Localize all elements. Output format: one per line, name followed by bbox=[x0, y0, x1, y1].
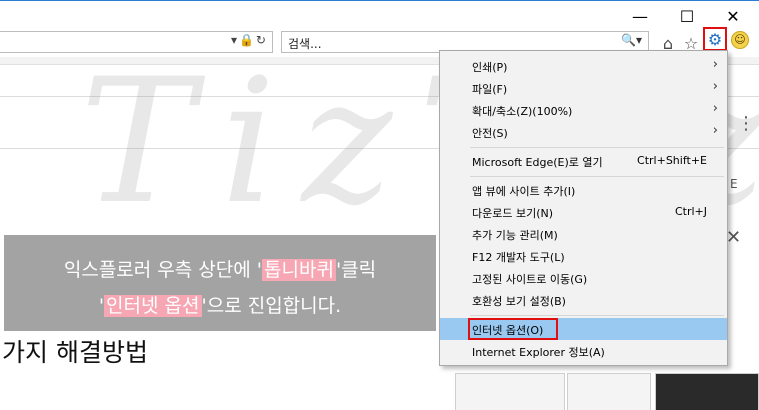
menu-item-label: 앱 뷰에 사이트 추가(I) bbox=[472, 185, 576, 198]
menu-item-label: 파일(F) bbox=[472, 83, 508, 96]
menu-item-label: Internet Explorer 정보(A) bbox=[472, 346, 605, 359]
menu-item-zoom[interactable]: 확대/축소(Z)(100%) › bbox=[440, 99, 727, 121]
menu-item-open-in-edge[interactable]: Microsoft Edge(E)로 열기 Ctrl+Shift+E bbox=[440, 150, 727, 172]
chevron-right-icon: › bbox=[712, 79, 718, 94]
more-options-icon[interactable]: ⋮ bbox=[737, 113, 755, 134]
menu-item-shortcut: Ctrl+Shift+E bbox=[637, 154, 707, 167]
menu-item-view-downloads[interactable]: 다운로드 보기(N) Ctrl+J bbox=[440, 201, 727, 223]
menu-separator bbox=[470, 315, 724, 316]
menu-item-f12-dev-tools[interactable]: F12 개발자 도구(L) bbox=[440, 245, 727, 267]
menu-item-pinned-sites[interactable]: 고정된 사이트로 이동(G) bbox=[440, 267, 727, 289]
menu-item-compat-view[interactable]: 호환성 보기 설정(B) bbox=[440, 289, 727, 311]
chevron-right-icon: › bbox=[712, 123, 718, 138]
thumbnail-strip bbox=[455, 373, 759, 410]
caption-highlight: 인터넷 옵션 bbox=[104, 295, 202, 317]
tutorial-caption: 익스플로러 우측 상단에 ' 톱니바퀴 '클릭 ' 인터넷 옵션 '으로 진입합니다. bbox=[4, 235, 436, 331]
thumbnail[interactable] bbox=[567, 373, 651, 410]
menu-separator bbox=[470, 176, 724, 177]
close-icon[interactable]: ✕ bbox=[726, 227, 741, 248]
menu-item-label: 호환성 보기 설정(B) bbox=[472, 295, 566, 308]
menu-item-safety[interactable]: 안전(S) › bbox=[440, 121, 727, 143]
page-fragment-letter: E bbox=[730, 177, 738, 191]
menu-item-label: F12 개발자 도구(L) bbox=[472, 251, 565, 264]
menu-item-label: Microsoft Edge(E)로 열기 bbox=[472, 156, 603, 169]
menu-item-label: 고정된 사이트로 이동(G) bbox=[472, 273, 588, 286]
menu-item-label: 인터넷 옵션(O) bbox=[472, 324, 544, 337]
caption-text: '클릭 bbox=[335, 259, 377, 281]
minimize-button[interactable]: — bbox=[617, 1, 663, 31]
thumbnail[interactable] bbox=[655, 373, 759, 410]
menu-item-file[interactable]: 파일(F) › bbox=[440, 77, 727, 99]
caption-highlight: 톱니바퀴 bbox=[262, 259, 336, 281]
menu-separator bbox=[470, 147, 724, 148]
title-bar: — ☐ ✕ bbox=[0, 1, 759, 31]
menu-item-about-ie[interactable]: Internet Explorer 정보(A) bbox=[440, 340, 727, 362]
caption-text: 익스플로러 우측 상단에 ' bbox=[63, 259, 263, 281]
menu-item-shortcut: Ctrl+J bbox=[674, 205, 707, 218]
menu-item-print[interactable]: 인쇄(P) › bbox=[440, 55, 727, 77]
menu-item-label: 인쇄(P) bbox=[472, 61, 508, 74]
page-heading: 가지 해결방법 bbox=[2, 338, 148, 367]
thumbnail[interactable] bbox=[455, 373, 565, 410]
tools-menu: 인쇄(P) › 파일(F) › 확대/축소(Z)(100%) › 안전(S) › Mic… bbox=[439, 50, 728, 366]
menu-item-label: 다운로드 보기(N) bbox=[472, 207, 554, 220]
caption-line-1: 익스플로러 우측 상단에 ' 톱니바퀴 '클릭 bbox=[4, 255, 436, 282]
chevron-right-icon: › bbox=[712, 57, 718, 72]
menu-item-label: 추가 기능 관리(M) bbox=[472, 229, 558, 242]
menu-item-internet-options[interactable]: 인터넷 옵션(O) bbox=[440, 318, 727, 340]
caption-line-2: ' 인터넷 옵션 '으로 진입합니다. bbox=[4, 291, 436, 318]
caption-text: '으로 진입합니다. bbox=[201, 295, 342, 317]
menu-item-label: 안전(S) bbox=[472, 127, 508, 140]
browser-window: — ☐ ✕ ▾🔒↻ 검색... 🔍▾ ⌂ ☆ ⚙ ☺ TizToz 영화 · I… bbox=[0, 0, 759, 410]
menu-item-add-site-app-view[interactable]: 앱 뷰에 사이트 추가(I) bbox=[440, 179, 727, 201]
menu-item-manage-addons[interactable]: 추가 기능 관리(M) bbox=[440, 223, 727, 245]
chevron-right-icon: › bbox=[712, 101, 718, 116]
menu-item-label: 확대/축소(Z)(100%) bbox=[472, 105, 573, 118]
